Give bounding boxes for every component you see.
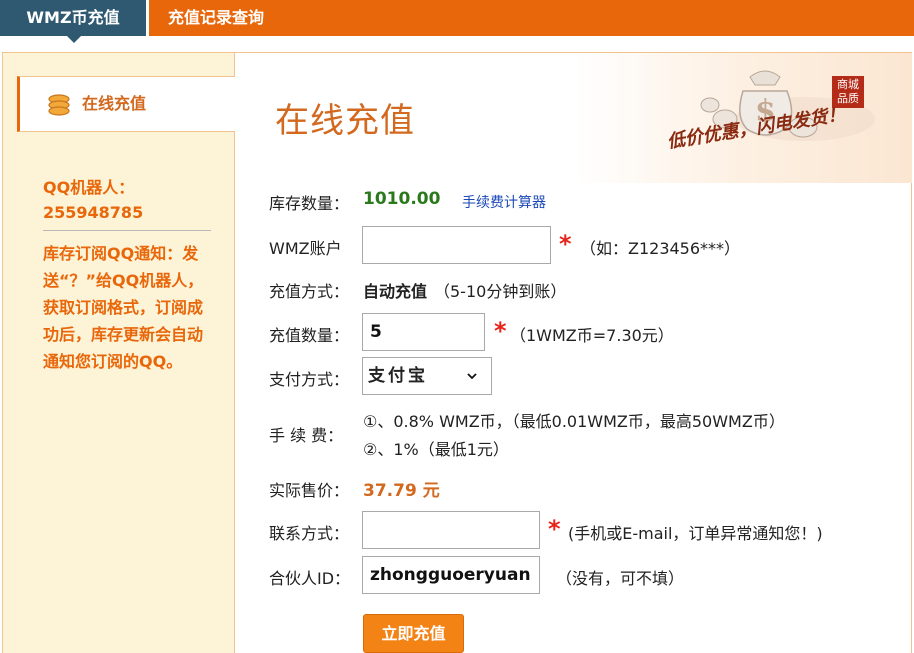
wmz-account-input[interactable] — [362, 226, 551, 264]
tab-divider — [146, 0, 149, 36]
recharge-method-label: 充值方式： — [269, 282, 350, 301]
fee-rule-1: ①、0.8% WMZ币，（最低0.01WMZ币，最高50WMZ币） — [363, 412, 785, 431]
exchange-rate-hint: （1WMZ币=7.30元） — [510, 326, 674, 345]
actual-price-value: 37.79 元 — [363, 481, 440, 501]
payment-method-label: 支付方式： — [269, 370, 350, 389]
required-mark: * — [548, 515, 561, 543]
partner-id-input[interactable]: zhongguoeryuan — [362, 556, 540, 594]
fee-calculator-link[interactable]: 手续费计算器 — [462, 192, 546, 212]
required-mark: * — [559, 230, 572, 258]
recharge-method-value: 自动充值 — [363, 282, 428, 301]
required-mark: * — [494, 317, 507, 345]
wmz-account-hint: （如：Z123456***） — [580, 239, 741, 258]
recharge-method-note: （5-10分钟到账） — [434, 282, 567, 301]
payment-method-value: 支付宝 — [368, 366, 428, 386]
fee-label: 手 续 费： — [269, 426, 344, 445]
coins-icon — [48, 94, 70, 116]
contact-input[interactable] — [362, 511, 540, 549]
partner-id-hint: （没有，可不填） — [556, 569, 685, 588]
actual-price-label: 实际售价： — [269, 481, 350, 500]
wmz-account-label: WMZ账户 — [269, 239, 342, 258]
page-title: 在线充值 — [275, 101, 415, 141]
fee-rule-2: ②、1%（最低1元） — [363, 440, 509, 459]
quantity-input[interactable]: 5 — [362, 313, 485, 351]
sidebar-divider — [43, 230, 211, 231]
contact-label: 联系方式： — [269, 524, 350, 543]
tab-wmz-recharge[interactable]: WMZ币充值 — [0, 0, 146, 36]
active-tab-caret — [67, 36, 81, 43]
sidebar: 在线充值 QQ机器人：255948785 库存订阅QQ通知：发送“？”给QQ机器… — [3, 53, 235, 653]
stock-label: 库存数量： — [269, 194, 350, 213]
quantity-label: 充值数量： — [269, 326, 350, 345]
recharge-now-button[interactable]: 立即充值 — [363, 614, 464, 653]
partner-id-label: 合伙人ID： — [269, 569, 351, 588]
stock-value: 1010.00 — [363, 189, 441, 209]
qq-subscribe-notice: 库存订阅QQ通知：发送“？”给QQ机器人，获取订阅格式，订阅成功后，库存更新会自… — [43, 244, 204, 371]
payment-method-select[interactable]: 支付宝 — [362, 357, 492, 395]
sidebar-item-label: 在线充值 — [82, 94, 147, 113]
chevron-down-icon — [467, 373, 477, 380]
tab-recharge-records[interactable]: 充值记录查询 — [168, 0, 264, 36]
contact-hint: (手机或E-mail，订单异常通知您！) — [568, 524, 823, 543]
qq-robot-info: QQ机器人：255948785 — [43, 178, 144, 222]
sidebar-item-online-recharge[interactable]: 在线充值 — [17, 76, 235, 132]
